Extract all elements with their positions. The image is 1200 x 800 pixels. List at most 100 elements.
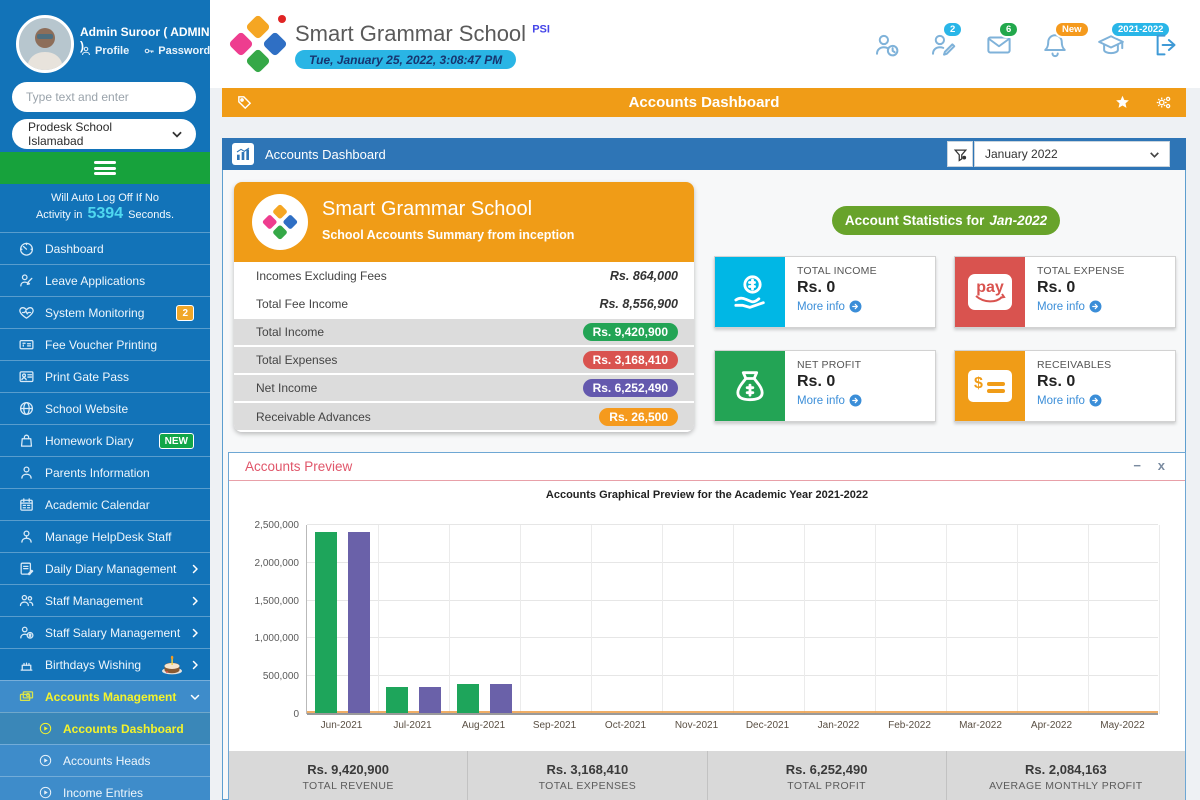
sidebar-subitem-accounts-dashboard[interactable]: Accounts Dashboard: [0, 712, 210, 744]
user-edit-icon[interactable]: 2: [928, 30, 958, 60]
month-filter-select[interactable]: January 2022: [974, 141, 1170, 167]
x-tick-label: Mar-2022: [945, 720, 1016, 731]
accounts-dashboard-page: Admin Suroor ( ADMIN ) Profile Password …: [0, 0, 1200, 800]
more-info-link[interactable]: More info: [797, 394, 862, 407]
x-axis-line: [307, 713, 1158, 715]
sidebar-item-academic-calendar[interactable]: Academic Calendar: [0, 488, 210, 520]
page-title-bar: Accounts Dashboard: [222, 88, 1186, 117]
avatar[interactable]: [16, 15, 74, 73]
chevron-right-icon: [189, 595, 201, 607]
footer-stat-total-revenue: Rs. 9,420,900TOTAL REVENUE: [229, 751, 468, 800]
sidebar-item-manage-helpdesk-staff[interactable]: Manage HelpDesk Staff: [0, 520, 210, 552]
sidebar-item-birthdays-wishing[interactable]: Birthdays Wishing: [0, 648, 210, 680]
close-icon[interactable]: x: [1158, 458, 1165, 473]
password-link[interactable]: Password: [143, 45, 210, 57]
sidebar-item-print-gate-pass[interactable]: Print Gate Pass: [0, 360, 210, 392]
sidebar-item-homework-diary[interactable]: Homework DiaryNEW: [0, 424, 210, 456]
datetime-pill: Tue, January 25, 2022, 3:08:47 PM: [295, 50, 516, 69]
summary-row-label: Total Income: [256, 325, 583, 339]
gridline: [733, 525, 734, 714]
graduation-icon[interactable]: 2021-2022: [1096, 30, 1126, 60]
arrow-circle-icon: [1089, 300, 1102, 313]
auto-logoff-notice: Will Auto Log Off If No Activity in 5394…: [0, 190, 210, 223]
x-tick-label: Sep-2021: [519, 720, 590, 731]
summary-logo: [252, 194, 308, 250]
sidebar: Admin Suroor ( ADMIN ) Profile Password …: [0, 0, 210, 800]
play-circle-icon: [38, 753, 53, 768]
summary-row-total-income: Total IncomeRs. 9,420,900: [234, 319, 694, 347]
top-header: Smart Grammar School PSI Tue, January 25…: [210, 0, 1200, 88]
more-info-label: More info: [797, 301, 845, 313]
receivable-icon: $: [955, 351, 1025, 421]
user-clock-icon[interactable]: [872, 30, 902, 60]
sidebar-item-label: Parents Information: [45, 466, 150, 480]
more-info-label: More info: [797, 395, 845, 407]
sidebar-item-staff-management[interactable]: Staff Management: [0, 584, 210, 616]
sidebar-subitem-income-entries[interactable]: Income Entries: [0, 776, 210, 800]
stat-card-value: Rs. 0: [1037, 279, 1125, 297]
sidebar-item-label: Academic Calendar: [45, 498, 150, 512]
y-tick-label: 1,500,000: [255, 596, 300, 607]
sidebar-item-fee-voucher-printing[interactable]: Fee Voucher Printing: [0, 328, 210, 360]
search-input[interactable]: [12, 82, 196, 112]
footer-stat-label: TOTAL PROFIT: [708, 780, 946, 792]
bell-icon[interactable]: New: [1040, 30, 1070, 60]
profile-link[interactable]: Profile: [80, 45, 129, 57]
profit-bar-jul-2021: [419, 687, 441, 713]
hamburger-icon: [94, 161, 116, 175]
sidebar-item-accounts-management[interactable]: Accounts Management: [0, 680, 210, 712]
more-info-link[interactable]: More info: [797, 300, 877, 313]
mail-icon[interactable]: 6: [984, 30, 1014, 60]
preview-title: Accounts Preview: [245, 459, 352, 474]
chart-footer-stats: Rs. 9,420,900TOTAL REVENUERs. 3,168,410T…: [229, 751, 1185, 800]
chart-x-axis-labels: Jun-2021Jul-2021Aug-2021Sep-2021Oct-2021…: [306, 720, 1158, 736]
sidebar-item-parents-information[interactable]: Parents Information: [0, 456, 210, 488]
accounts-summary-card: Smart Grammar School School Accounts Sum…: [234, 182, 694, 432]
gatepass-icon: [18, 368, 35, 385]
sidebar-item-daily-diary-management[interactable]: Daily Diary Management: [0, 552, 210, 584]
school-select[interactable]: Prodesk School Islamabad: [12, 119, 196, 149]
monitor-icon: [18, 304, 35, 321]
stat-card-value: Rs. 0: [1037, 373, 1111, 391]
sidebar-item-dashboard[interactable]: Dashboard: [0, 232, 210, 264]
x-tick-label: Jan-2022: [803, 720, 874, 731]
summary-subtitle: School Accounts Summary from inception: [322, 228, 574, 242]
settings-gears-icon[interactable]: [1155, 94, 1172, 111]
school-name: Smart Grammar School PSI: [295, 21, 550, 47]
profit-bar-jun-2021: [348, 532, 370, 713]
sidebar-collapse-button[interactable]: [0, 152, 210, 184]
filter-button[interactable]: [947, 141, 973, 167]
sidebar-badge: 2: [176, 305, 194, 321]
summary-rows: Incomes Excluding FeesRs. 864,000Total F…: [234, 262, 694, 432]
sidebar-item-label: Print Gate Pass: [45, 370, 129, 384]
sidebar-item-staff-salary-management[interactable]: Staff Salary Management: [0, 616, 210, 648]
x-tick-label: Feb-2022: [874, 720, 945, 731]
x-tick-label: Jul-2021: [377, 720, 448, 731]
favorite-star-icon[interactable]: [1114, 94, 1131, 111]
more-info-link[interactable]: More info: [1037, 300, 1125, 313]
sidebar-subitem-label: Accounts Heads: [63, 754, 150, 768]
funnel-icon: [953, 147, 968, 162]
stat-card-value: Rs. 0: [797, 279, 877, 297]
sidebar-subitem-accounts-heads[interactable]: Accounts Heads: [0, 744, 210, 776]
x-tick-label: Jun-2021: [306, 720, 377, 731]
sidebar-item-leave-applications[interactable]: Leave Applications: [0, 264, 210, 296]
stat-card-label: NET PROFIT: [797, 359, 862, 371]
sidebar-item-school-website[interactable]: School Website: [0, 392, 210, 424]
page-title: Accounts Dashboard: [222, 94, 1186, 111]
x-tick-label: Aug-2021: [448, 720, 519, 731]
section-title: Accounts Dashboard: [265, 147, 386, 162]
minimize-icon[interactable]: −: [1133, 458, 1141, 473]
revenue-bar-jul-2021: [386, 687, 408, 713]
sidebar-item-system-monitoring[interactable]: System Monitoring2: [0, 296, 210, 328]
summary-row-total-expenses: Total ExpensesRs. 3,168,410: [234, 347, 694, 375]
more-info-label: More info: [1037, 301, 1085, 313]
dashboard-icon: [18, 240, 35, 257]
logout-icon[interactable]: [1152, 30, 1182, 60]
income-hand-icon: [715, 257, 785, 327]
sidebar-item-label: Daily Diary Management: [45, 562, 176, 576]
chart-icon: [232, 143, 254, 165]
more-info-link[interactable]: More info: [1037, 394, 1111, 407]
footer-stat-value: Rs. 3,168,410: [468, 762, 706, 777]
statistics-heading: Account Statistics forJan-2022: [832, 206, 1060, 235]
